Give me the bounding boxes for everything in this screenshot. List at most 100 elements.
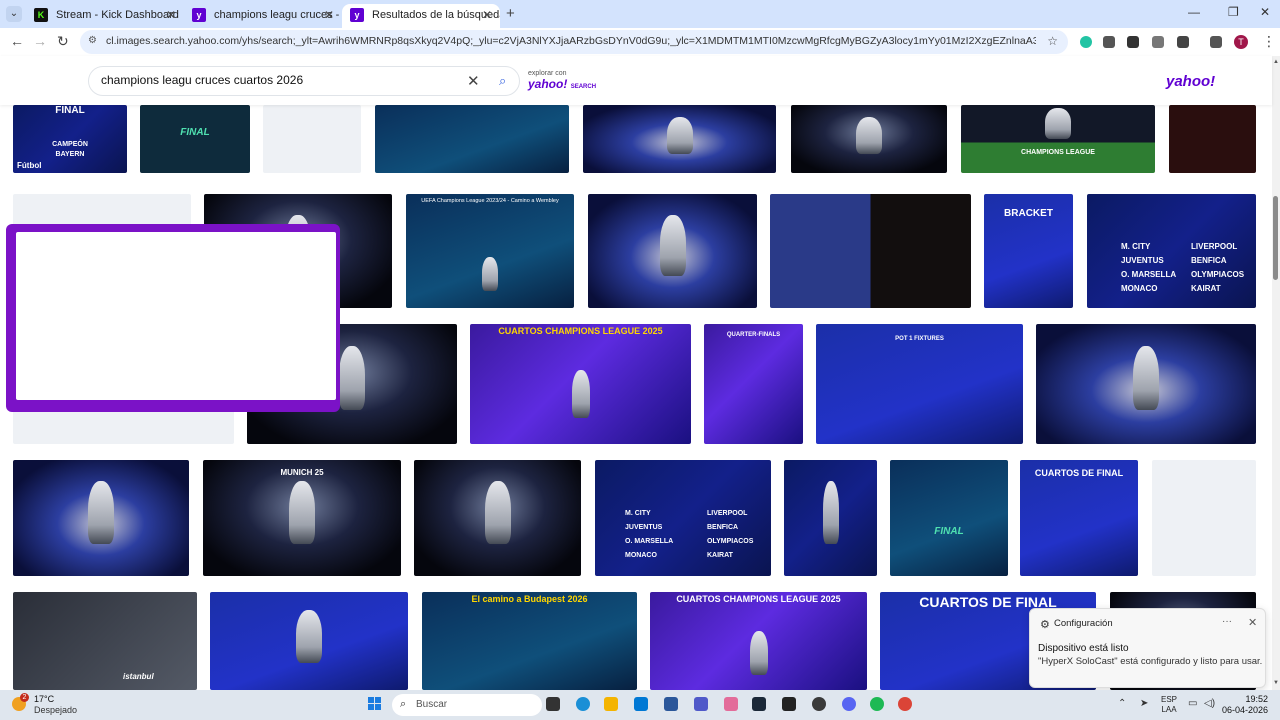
restore-icon[interactable]: ❐: [1228, 5, 1239, 19]
system-clock[interactable]: 19:52 06-04-2026: [1222, 694, 1268, 716]
taskbar-search[interactable]: ⌕ Buscar: [392, 694, 542, 716]
result-image[interactable]: [588, 194, 757, 308]
close-window-icon[interactable]: ✕: [1260, 5, 1270, 19]
task-view-icon[interactable]: [546, 697, 560, 711]
extension-icon[interactable]: [1080, 36, 1092, 48]
scrollbar-thumb[interactable]: [1273, 196, 1278, 280]
site-info-icon[interactable]: ⚙: [88, 35, 100, 47]
yahoo-search-header: ✕ ⌕ explorar con yahoo! SEARCH yahoo!: [0, 56, 1272, 105]
back-icon[interactable]: ←: [10, 33, 24, 49]
new-tab-button[interactable]: +: [506, 5, 515, 22]
network-icon[interactable]: ▭: [1188, 698, 1197, 709]
profile-avatar[interactable]: T: [1234, 35, 1248, 49]
result-image[interactable]: [263, 105, 361, 173]
capcut-icon[interactable]: [782, 697, 796, 711]
close-tab-icon[interactable]: ✕: [324, 4, 334, 26]
result-image[interactable]: M. CITY LIVERPOOL JUVENTUS BENFICA O. MA…: [1087, 194, 1256, 308]
system-notification[interactable]: ⚙ Configuración ··· ✕ Dispositivo está l…: [1029, 608, 1266, 688]
result-image[interactable]: [1036, 324, 1256, 444]
close-notification-icon[interactable]: ✕: [1248, 616, 1257, 629]
notification-message: "HyperX SoloCast" está configurado y lis…: [1038, 656, 1263, 667]
file-explorer-icon[interactable]: [604, 697, 618, 711]
result-image[interactable]: FINAL: [140, 105, 250, 173]
yahoo-logo[interactable]: yahoo!: [1166, 73, 1215, 90]
result-image[interactable]: BRACKET: [984, 194, 1073, 308]
result-image[interactable]: istanbul: [13, 592, 197, 690]
result-image[interactable]: [791, 105, 947, 173]
extension-icon[interactable]: [1127, 36, 1139, 48]
chrome-icon[interactable]: [898, 697, 912, 711]
result-image[interactable]: CUARTOS CHAMPIONS LEAGUE 2025: [470, 324, 691, 444]
page-scrollbar[interactable]: ▲ ▼: [1272, 56, 1280, 690]
minimize-icon[interactable]: —: [1188, 5, 1200, 19]
start-button[interactable]: [368, 697, 382, 711]
settings-gear-icon: ⚙: [1040, 619, 1050, 631]
result-image[interactable]: CUARTOS DE FINAL: [1020, 460, 1138, 576]
result-image[interactable]: UEFA Champions League 2023/24 - Camino a…: [406, 194, 574, 308]
result-image[interactable]: [770, 194, 971, 308]
scroll-down-icon[interactable]: ▼: [1273, 680, 1279, 686]
result-image[interactable]: [784, 460, 877, 576]
extension-icon[interactable]: [1152, 36, 1164, 48]
menu-kebab-icon[interactable]: ⋮: [1262, 33, 1276, 50]
result-image[interactable]: CHAMPIONS LEAGUE: [961, 105, 1155, 173]
extensions-puzzle-icon[interactable]: [1177, 36, 1189, 48]
notification-title: Dispositivo está listo: [1038, 643, 1129, 654]
bookmark-star-icon[interactable]: ☆: [1047, 34, 1058, 48]
result-image[interactable]: [1169, 105, 1256, 173]
overlay-frame: [6, 224, 340, 412]
result-image[interactable]: FINAL CAMPEÓN BAYERN Fútbol: [13, 105, 127, 173]
clear-search-icon[interactable]: ✕: [467, 72, 480, 90]
weather-condition: Despejado: [34, 705, 78, 715]
volume-icon[interactable]: ◁): [1204, 698, 1215, 709]
result-image[interactable]: CUARTOS CHAMPIONS LEAGUE 2025: [650, 592, 867, 690]
close-tab-icon[interactable]: ✕: [166, 4, 176, 26]
result-image[interactable]: MUNICH 25: [203, 460, 401, 576]
copilot-icon[interactable]: [724, 697, 738, 711]
obs-icon[interactable]: [812, 697, 826, 711]
reading-list-icon[interactable]: [1210, 36, 1222, 48]
result-image[interactable]: POT 1 FIXTURES: [816, 324, 1023, 444]
result-image[interactable]: M. CITY LIVERPOOL JUVENTUS BENFICA O. MA…: [595, 460, 771, 576]
result-image[interactable]: [13, 460, 189, 576]
language-indicator[interactable]: ESP LAA: [1161, 695, 1177, 715]
scroll-up-icon[interactable]: ▲: [1273, 59, 1279, 65]
browser-toolbar: ← → ↻ ⚙ cl.images.search.yahoo.com/yhs/s…: [0, 28, 1280, 56]
trophy-icon: [339, 345, 365, 411]
trophy-icon: [484, 480, 511, 544]
address-bar[interactable]: ⚙ cl.images.search.yahoo.com/yhs/search;…: [80, 30, 1068, 54]
search-icon[interactable]: ⌕: [499, 73, 506, 89]
tab-yahoo-search-2[interactable]: y Resultados de la búsqueda de ✕: [342, 4, 500, 28]
discord-icon[interactable]: [842, 697, 856, 711]
reload-icon[interactable]: ↻: [57, 33, 69, 50]
forward-icon[interactable]: →: [33, 33, 47, 49]
tab-yahoo-search-1[interactable]: y champions leagu cruces - de bú ✕: [184, 4, 342, 28]
search-input[interactable]: [101, 73, 461, 87]
store-icon[interactable]: [664, 697, 678, 711]
location-icon[interactable]: ➤: [1140, 698, 1148, 709]
steam-icon[interactable]: [752, 697, 766, 711]
tab-kick-dashboard[interactable]: K Stream - Kick Dashboard ✕: [26, 4, 184, 28]
result-image[interactable]: [210, 592, 408, 690]
trophy-icon: [88, 480, 114, 544]
edge-icon[interactable]: [576, 697, 590, 711]
url-text[interactable]: cl.images.search.yahoo.com/yhs/search;_y…: [106, 35, 1036, 47]
result-image[interactable]: El camino a Budapest 2026: [422, 592, 637, 690]
trophy-icon: [749, 631, 768, 676]
result-image[interactable]: [1152, 460, 1256, 576]
tab-search-button[interactable]: ⌄: [6, 6, 22, 22]
result-image[interactable]: [414, 460, 581, 576]
outlook-icon[interactable]: [634, 697, 648, 711]
extension-icon[interactable]: [1103, 36, 1115, 48]
result-image[interactable]: FINAL: [890, 460, 1008, 576]
close-tab-icon[interactable]: ✕: [482, 4, 492, 26]
result-image[interactable]: QUARTER-FINALS: [704, 324, 803, 444]
result-image[interactable]: [583, 105, 776, 173]
show-hidden-icons[interactable]: ⌃: [1118, 698, 1126, 709]
teams-icon[interactable]: [694, 697, 708, 711]
result-image[interactable]: [375, 105, 569, 173]
explore-with-yahoo[interactable]: explorar con yahoo! SEARCH: [528, 70, 596, 91]
more-options-icon[interactable]: ···: [1222, 616, 1232, 627]
spotify-icon[interactable]: [870, 697, 884, 711]
trophy-icon: [666, 117, 693, 154]
